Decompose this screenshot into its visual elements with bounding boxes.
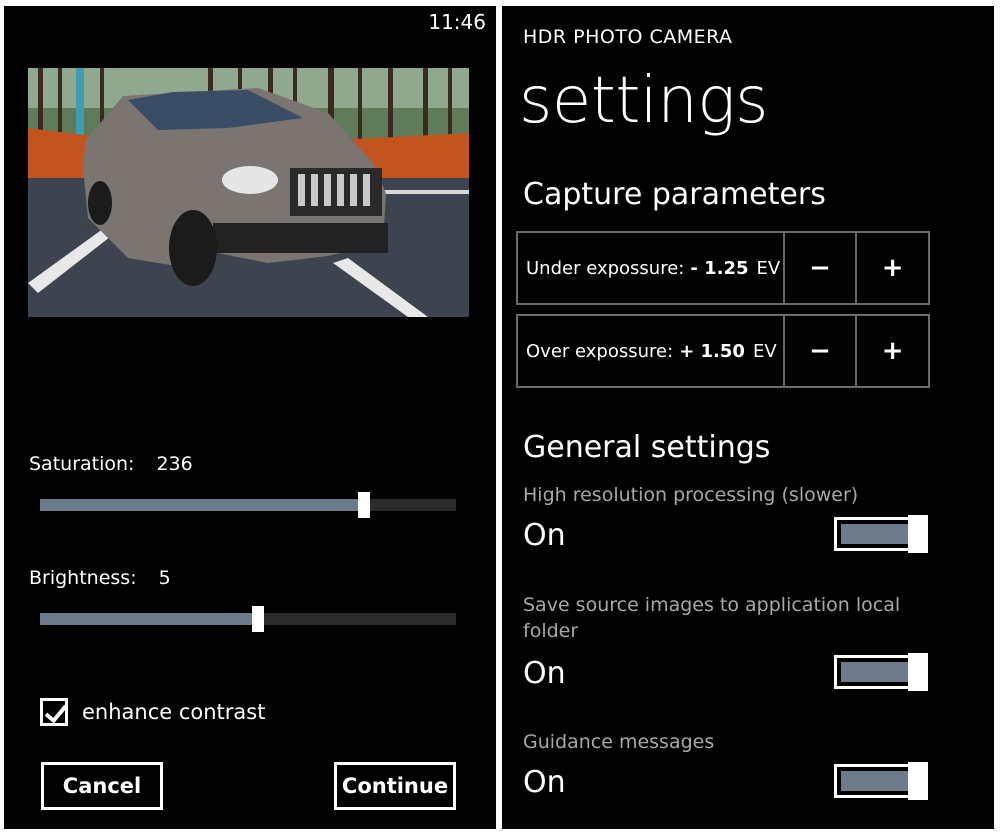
saturation-slider-thumb[interactable] <box>358 492 371 518</box>
capture-parameters-heading: Capture parameters <box>523 177 826 212</box>
over-exposure-value: + 1.50 <box>679 340 745 362</box>
guidance-toggle-fill <box>841 771 911 791</box>
save-source-label: Save source images to application local … <box>523 594 901 642</box>
enhance-contrast-row[interactable]: enhance contrast <box>40 698 265 726</box>
high-res-toggle-fill <box>841 524 911 544</box>
page-title: settings <box>519 64 769 138</box>
saturation-slider[interactable] <box>40 492 456 518</box>
high-res-value: On <box>523 518 566 553</box>
enhance-contrast-label: enhance contrast <box>82 700 266 724</box>
save-source-toggle-knob[interactable] <box>908 653 928 691</box>
photo-preview <box>28 68 469 317</box>
guidance-toggle-knob[interactable] <box>908 762 928 800</box>
saturation-label-text: Saturation: <box>29 453 135 475</box>
continue-button[interactable]: Continue <box>334 762 456 810</box>
under-exposure-value: - 1.25 <box>690 257 749 279</box>
brightness-slider[interactable] <box>40 606 456 632</box>
under-exposure-unit: EV <box>756 257 781 279</box>
over-exposure-label: Over expossure: + 1.50 EV <box>518 316 785 386</box>
under-exposure-label: Under expossure: - 1.25 EV <box>518 233 785 303</box>
under-exposure-minus-button[interactable]: − <box>785 233 858 303</box>
brightness-label: Brightness: 5 <box>29 567 171 589</box>
guidance-toggle-track <box>834 764 918 798</box>
guidance-toggle[interactable] <box>834 762 928 800</box>
over-exposure-plus-button[interactable]: + <box>857 316 928 386</box>
status-clock: 11:46 <box>428 10 486 34</box>
cancel-button[interactable]: Cancel <box>41 762 163 810</box>
high-res-label: High resolution processing (slower) <box>523 484 859 506</box>
saturation-label: Saturation: 236 <box>29 453 193 475</box>
under-exposure-row: Under expossure: - 1.25 EV − + <box>516 231 930 305</box>
brightness-slider-fill <box>40 613 259 625</box>
saturation-value: 236 <box>156 453 193 475</box>
high-res-toggle-knob[interactable] <box>908 515 928 553</box>
guidance-label: Guidance messages <box>523 731 715 753</box>
checkmark-icon <box>44 699 68 724</box>
under-exposure-text: Under expossure: <box>526 257 685 279</box>
over-exposure-row: Over expossure: + 1.50 EV − + <box>516 314 930 388</box>
guidance-value: On <box>523 765 566 800</box>
enhance-contrast-checkbox[interactable] <box>40 698 68 726</box>
save-source-toggle-track <box>834 655 918 689</box>
over-exposure-minus-button[interactable]: − <box>785 316 858 386</box>
app-title: HDR PHOTO CAMERA <box>523 26 733 48</box>
settings-screen: HDR PHOTO CAMERA settings Capture parame… <box>502 6 994 829</box>
brightness-label-text: Brightness: <box>29 567 137 589</box>
high-res-toggle-track <box>834 517 918 551</box>
brightness-value: 5 <box>158 567 171 589</box>
over-exposure-text: Over expossure: <box>526 340 674 362</box>
photo-editor-screen: 11:46 Saturation: 236 Brightness: 5 enha… <box>4 6 496 829</box>
save-source-toggle[interactable] <box>834 653 928 691</box>
high-res-toggle[interactable] <box>834 515 928 553</box>
saturation-slider-fill <box>40 499 365 511</box>
over-exposure-unit: EV <box>752 340 777 362</box>
brightness-slider-thumb[interactable] <box>252 606 265 632</box>
save-source-value: On <box>523 656 566 691</box>
under-exposure-plus-button[interactable]: + <box>857 233 928 303</box>
save-source-toggle-fill <box>841 662 911 682</box>
general-settings-heading: General settings <box>523 430 771 465</box>
